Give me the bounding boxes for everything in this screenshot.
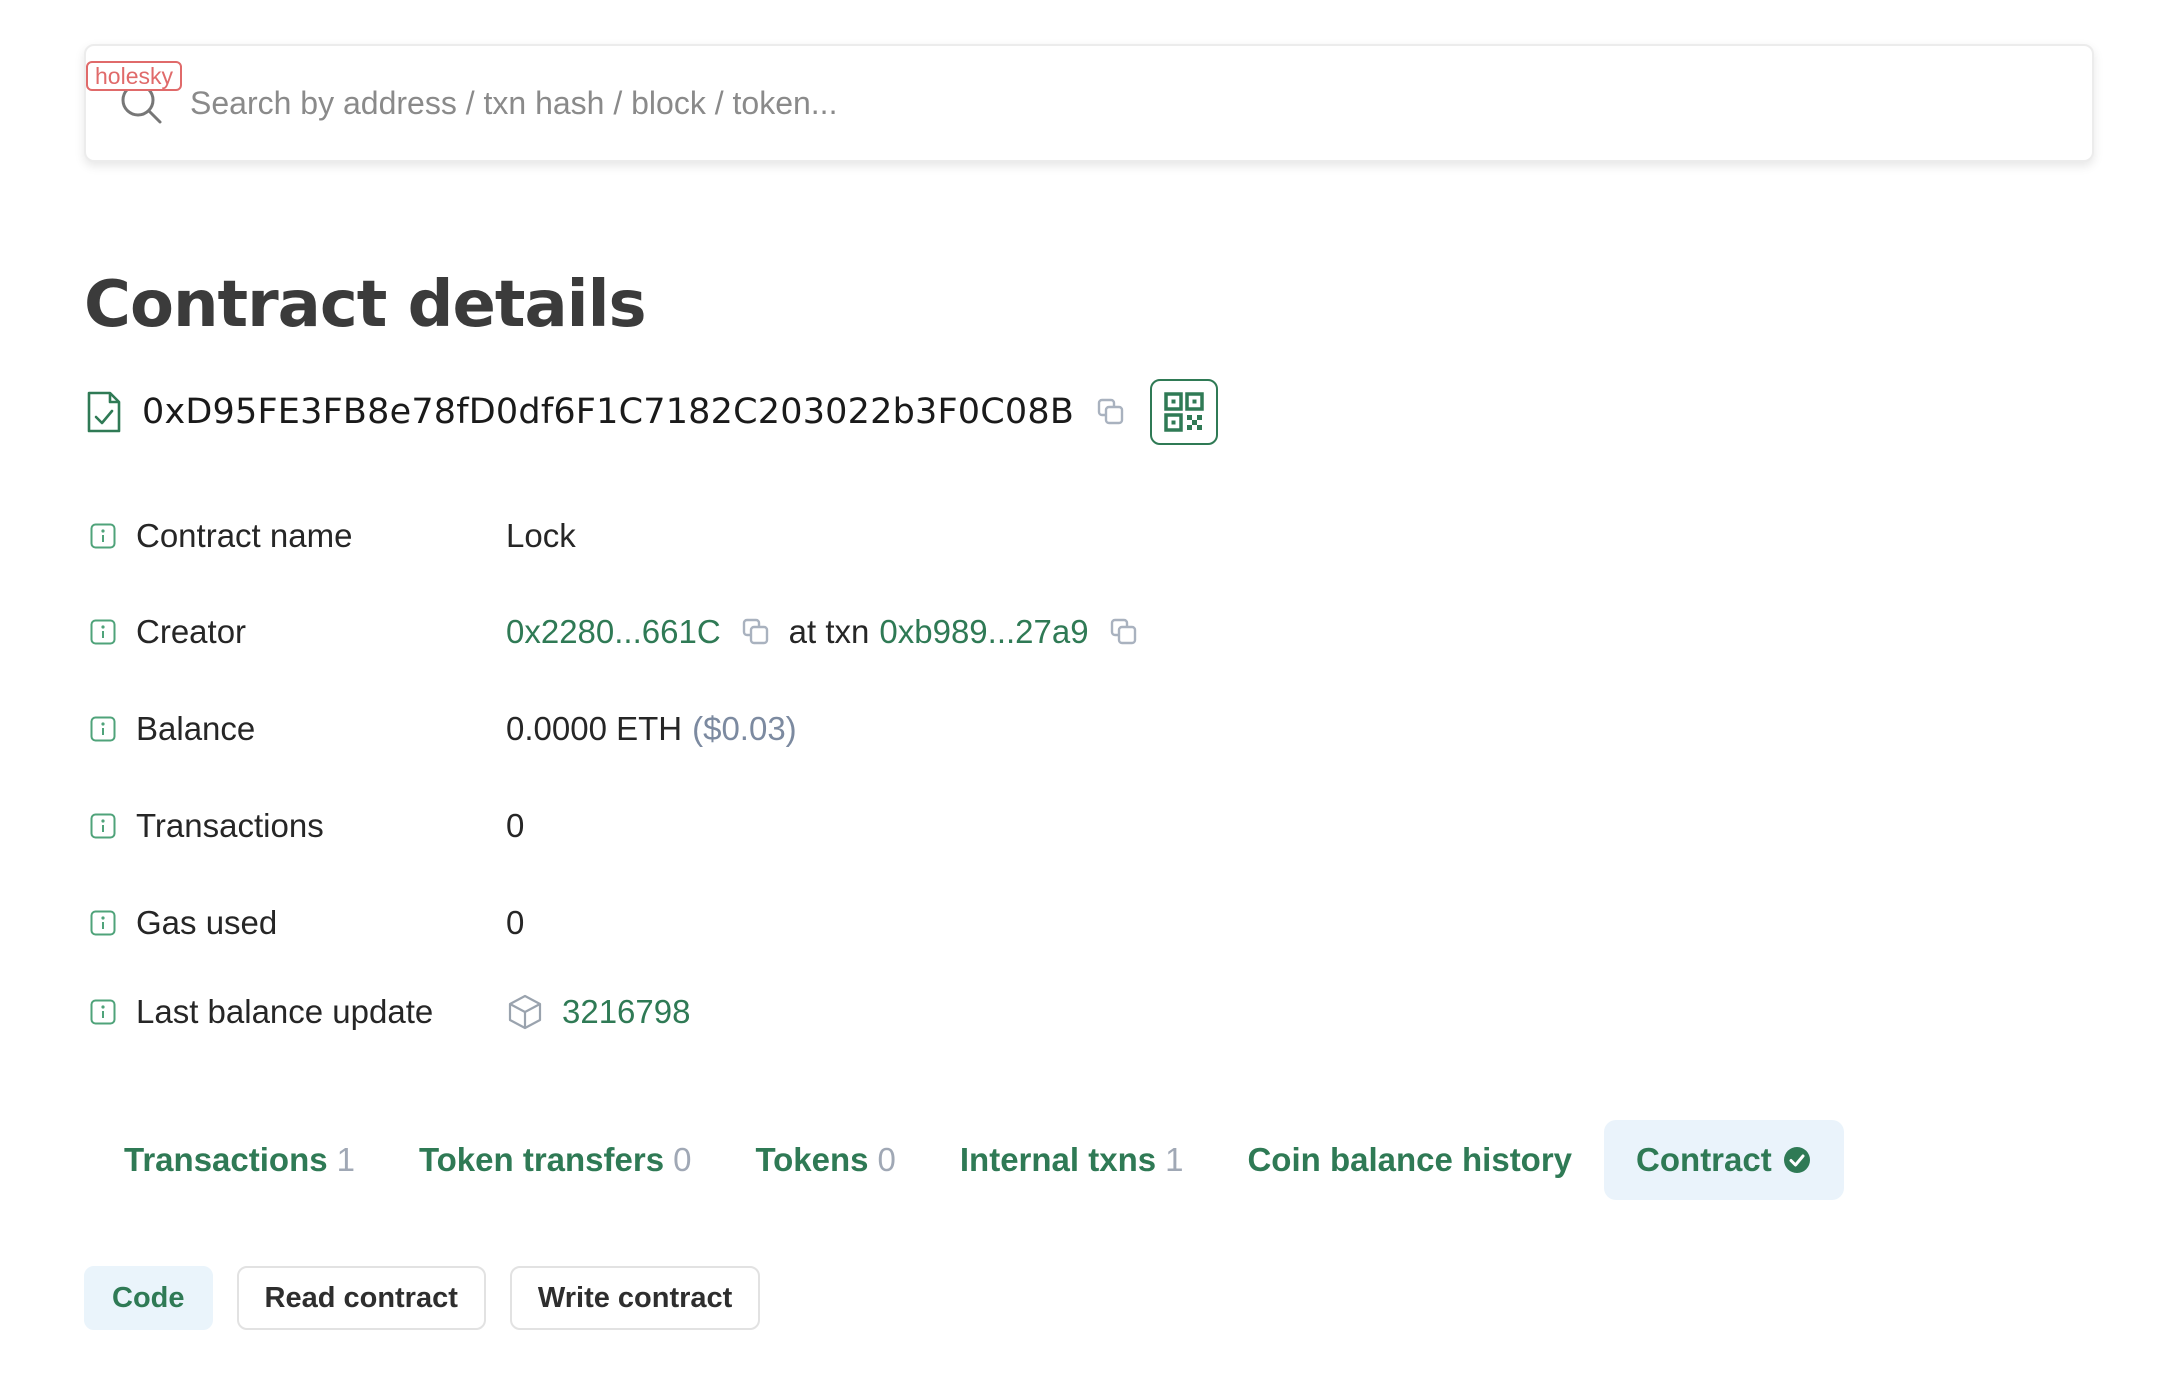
tab-count: 0 <box>877 1141 896 1178</box>
detail-row-contract-name: Contract name Lock <box>84 506 576 566</box>
balance-eth: 0.0000 ETH <box>506 710 683 747</box>
creation-txn-link[interactable]: 0xb989...27a9 <box>879 613 1088 651</box>
block-number-link[interactable]: 3216798 <box>562 993 690 1031</box>
address-header: 0xD95FE3FB8e78fD0df6F1C7182C203022b3F0C0… <box>84 376 1219 448</box>
contract-verified-icon <box>87 391 121 433</box>
tab-bar: Transactions 1 Token transfers 0 Tokens … <box>92 1120 1844 1200</box>
subtab-write-contract[interactable]: Write contract <box>509 1266 761 1330</box>
qr-code-icon <box>1164 392 1204 432</box>
qr-code-button[interactable] <box>1150 379 1219 445</box>
tab-contract[interactable]: Contract <box>1604 1120 1844 1200</box>
transactions-value: 0 <box>506 807 525 844</box>
tab-coin-balance-history[interactable]: Coin balance history <box>1215 1120 1604 1200</box>
copy-txn-icon[interactable] <box>1109 617 1139 647</box>
tab-count: 1 <box>1165 1141 1184 1178</box>
tab-count: 1 <box>336 1141 355 1178</box>
tab-label: Token transfers <box>418 1141 665 1178</box>
network-badge: holesky <box>86 61 182 91</box>
creator-value: 0x2280...661C at txn 0xb989...27a9 <box>506 613 1157 651</box>
detail-row-creator: Creator 0x2280...661C at txn 0xb989...27… <box>84 602 1157 662</box>
balance-usd: ($0.03) <box>692 710 797 747</box>
gas-used-value: 0 <box>506 904 525 941</box>
last-balance-update-value: 3216798 <box>506 993 690 1031</box>
at-txn-text: at txn <box>788 613 870 650</box>
info-icon[interactable] <box>90 999 116 1025</box>
info-icon[interactable] <box>90 910 116 936</box>
detail-label: Creator <box>136 613 247 650</box>
contract-name-value: Lock <box>506 517 576 554</box>
search-bar[interactable]: holesky <box>84 44 2094 162</box>
search-input[interactable] <box>190 72 2070 134</box>
contract-address: 0xD95FE3FB8e78fD0df6F1C7182C203022b3F0C0… <box>142 392 1075 432</box>
tab-label: Contract <box>1636 1141 1772 1178</box>
contract-subtabs: Code Read contract Write contract <box>84 1266 784 1330</box>
detail-row-balance: Balance 0.0000 ETH ($0.03) <box>84 699 797 759</box>
tab-label: Internal txns <box>959 1141 1157 1178</box>
tab-count: 0 <box>673 1141 692 1178</box>
tab-tokens[interactable]: Tokens 0 <box>723 1120 927 1200</box>
tab-transactions[interactable]: Transactions 1 <box>92 1120 387 1200</box>
info-icon[interactable] <box>90 619 116 645</box>
tab-token-transfers[interactable]: Token transfers 0 <box>387 1120 724 1200</box>
copy-creator-icon[interactable] <box>741 617 771 647</box>
info-icon[interactable] <box>90 813 116 839</box>
detail-label: Last balance update <box>136 993 434 1030</box>
info-icon[interactable] <box>90 716 116 742</box>
tab-label: Coin balance history <box>1247 1141 1573 1178</box>
subtab-code[interactable]: Code <box>84 1266 213 1330</box>
detail-label: Contract name <box>136 517 353 554</box>
balance-value: 0.0000 ETH ($0.03) <box>506 710 797 748</box>
info-icon[interactable] <box>90 523 116 549</box>
tab-internal-txns[interactable]: Internal txns 1 <box>928 1120 1216 1200</box>
detail-label: Transactions <box>136 807 324 844</box>
page-title: Contract details <box>84 268 647 342</box>
creator-address-link[interactable]: 0x2280...661C <box>506 613 721 651</box>
tab-label: Transactions <box>124 1141 328 1178</box>
tab-label: Tokens <box>755 1141 869 1178</box>
detail-row-last-balance-update: Last balance update 3216798 <box>84 982 690 1042</box>
detail-label: Gas used <box>136 904 278 941</box>
subtab-read-contract[interactable]: Read contract <box>236 1266 486 1330</box>
copy-address-icon[interactable] <box>1096 397 1126 427</box>
page: holesky Contract details 0xD95FE3FB8e78f… <box>0 0 2174 1376</box>
verified-check-icon <box>1783 1147 1810 1173</box>
detail-label: Balance <box>136 710 256 747</box>
detail-row-gas-used: Gas used 0 <box>84 893 524 953</box>
block-cube-icon <box>508 994 542 1030</box>
detail-row-transactions: Transactions 0 <box>84 796 524 856</box>
